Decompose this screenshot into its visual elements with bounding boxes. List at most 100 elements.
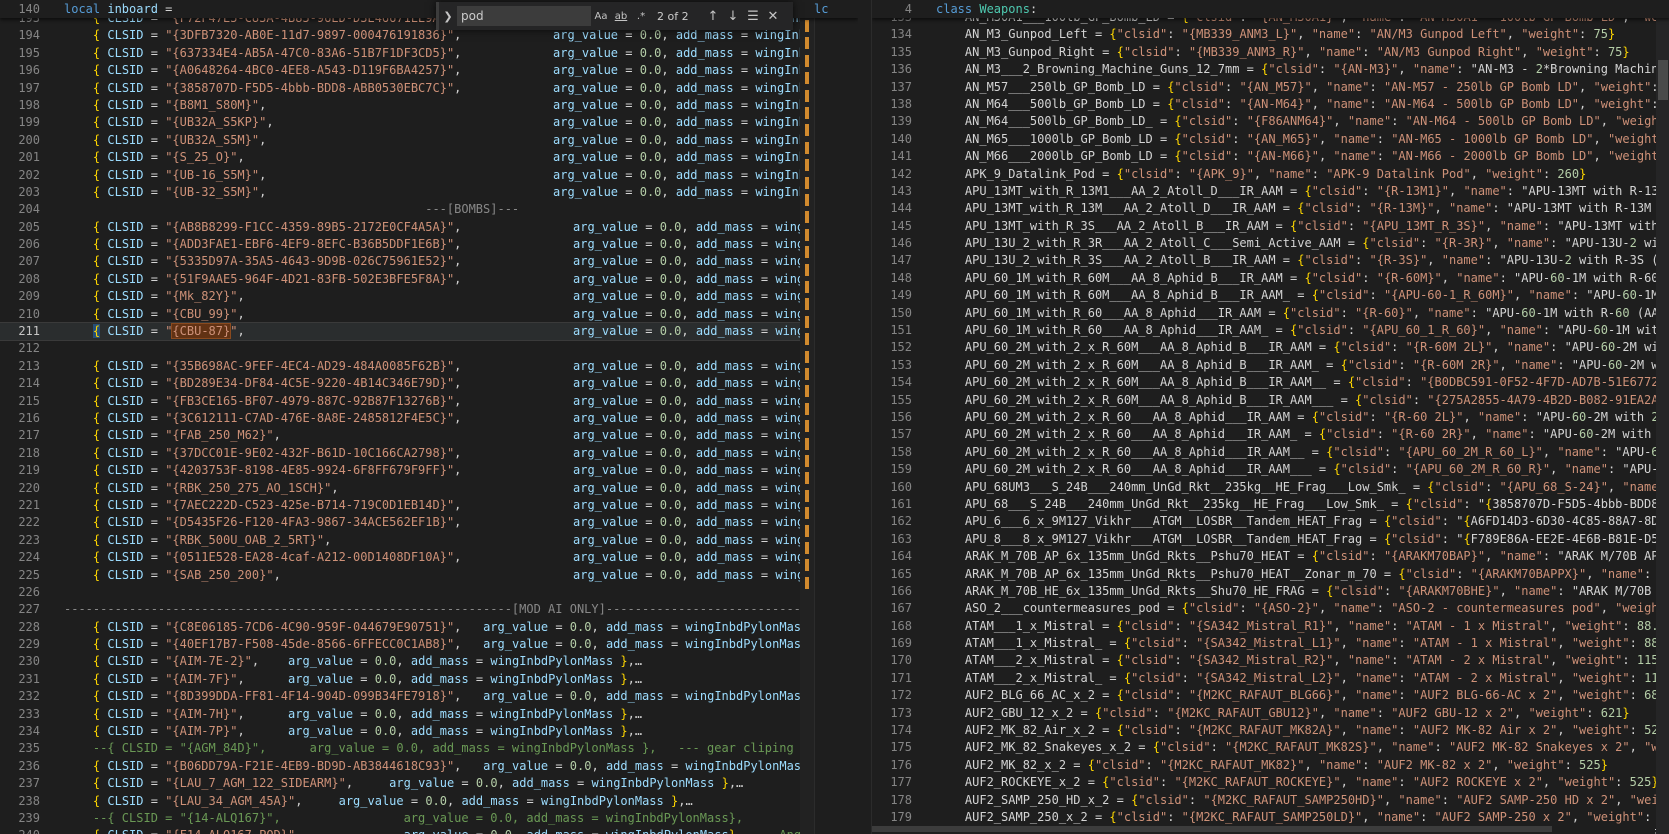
use-regex-icon[interactable]: .* [631, 11, 651, 22]
close-icon[interactable]: ✕ [763, 9, 783, 24]
code-line[interactable]: 157 APU_60_2M_with_2_x_R_60___AA_8_Aphid… [872, 426, 1669, 443]
code-line[interactable]: 155 APU_60_2M_with_2_x_R_60M___AA_8_Aphi… [872, 392, 1669, 409]
code-line[interactable]: 208 { CLSID = "{51F9AAE5-964F-4D21-83FB-… [0, 271, 858, 288]
right-editor-pane[interactable]: 133 AN_M30A1___100lb_GP_Bomb_LD = {"clsi… [871, 0, 1669, 834]
code-line[interactable]: 197 { CLSID = "{3858707D-F5D5-4bbb-BDD8-… [0, 80, 858, 97]
code-line[interactable]: 150 APU_60_1M_with_R_60___AA_8_Aphid___I… [872, 305, 1669, 322]
match-whole-word-icon[interactable]: ab [611, 11, 631, 22]
code-line[interactable]: 141 AN_M66___2000lb_GP_Bomb_LD = {"clsid… [872, 148, 1669, 165]
code-line[interactable]: 226 [0, 584, 858, 601]
code-line[interactable]: 151 APU_60_1M_with_R_60___AA_8_Aphid___I… [872, 322, 1669, 339]
code-line[interactable]: 169 ATAM___1_x_Mistral_ = {"clsid": "{SA… [872, 635, 1669, 652]
code-line[interactable]: 163 APU_8___8_x_9M127_Vikhr___ATGM__LOSB… [872, 531, 1669, 548]
code-line[interactable]: 238 { CLSID = "{LAU_34_AGM_45A}", arg_va… [0, 793, 858, 810]
left-overview-ruler[interactable] [800, 0, 814, 834]
code-line[interactable]: 200 { CLSID = "{UB32A_S5M}", arg_value = … [0, 132, 858, 149]
code-line[interactable]: 218 { CLSID = "{37DCC01E-9E02-432F-B61D-… [0, 445, 858, 462]
code-line[interactable]: 166 ARAK_M_70B_HE_6x_135mm_UnGd_Rkts__Sh… [872, 583, 1669, 600]
code-line[interactable]: 212 [0, 340, 858, 357]
code-line[interactable]: 160 APU_68UM3___S_24B___240mm_UnGd_Rkt__… [872, 479, 1669, 496]
code-line[interactable]: 176 AUF2_MK_82_x_2 = {"clsid": "{M2KC_RA… [872, 757, 1669, 774]
code-line[interactable]: 201 { CLSID = "{S_25_O}", arg_value = 0.0… [0, 149, 858, 166]
code-line[interactable]: 217 { CLSID = "{FAB_250_M62}", arg_value … [0, 427, 858, 444]
code-line[interactable]: 232 { CLSID = "{8D399DDA-FF81-4F14-904D-… [0, 688, 858, 705]
right-horizontal-scrollbar[interactable] [872, 824, 1655, 834]
scrollbar-thumb[interactable] [1658, 60, 1668, 100]
find-in-selection-icon[interactable]: ☰ [743, 9, 763, 24]
code-line[interactable]: 174 AUF2_MK_82_Air_x_2 = {"clsid": "{M2K… [872, 722, 1669, 739]
code-line[interactable]: 204 ---[BOMBS]--- [0, 201, 858, 218]
code-line[interactable]: 139 AN_M64___500lb_GP_Bomb_LD_ = {"clsid… [872, 113, 1669, 130]
toggle-replace-chevron-icon[interactable]: ❯ [439, 10, 457, 23]
code-line[interactable]: 223 { CLSID = "{RBK_500U_OAB_2_5RT}", arg… [0, 532, 858, 549]
code-line[interactable]: 147 APU_13U_2_with_R_3S___AA_2_Atoll_B__… [872, 252, 1669, 269]
code-line[interactable]: 240 { CLSID = "{F14-ALQ167-POD}", arg_va… [0, 827, 858, 834]
code-line[interactable]: 210 { CLSID = "{CBU_99}", arg_value = 0.0… [0, 306, 858, 323]
code-line[interactable]: 195 { CLSID = "{637334E4-AB5A-47C0-83A6-… [0, 45, 858, 62]
code-line[interactable]: 172 AUF2_BLG_66_AC_x_2 = {"clsid": "{M2K… [872, 687, 1669, 704]
code-line[interactable]: 178 AUF2_SAMP_250_HD_x_2 = {"clsid": "{M… [872, 792, 1669, 809]
code-line[interactable]: 159 APU_60_2M_with_2_x_R_60___AA_8_Aphid… [872, 461, 1669, 478]
left-code-lines[interactable]: 193 { CLSID = "{F72F47E5-C83A-4B85-96ED-… [0, 10, 858, 834]
code-line[interactable]: 214 { CLSID = "{BD289E34-DF84-4C5E-9220-… [0, 375, 858, 392]
code-line[interactable]: 230 { CLSID = "{AIM-7E-2}", arg_value = … [0, 653, 858, 670]
code-line[interactable]: 206 { CLSID = "{ADD3FAE1-EBF6-4EF9-8EFC-… [0, 236, 858, 253]
code-line[interactable]: 224 { CLSID = "{0511E528-EA28-4caf-A212-… [0, 549, 858, 566]
code-line[interactable]: 207 { CLSID = "{5335D97A-35A5-4643-9D9B-… [0, 253, 858, 270]
code-line[interactable]: 205 { CLSID = "{AB8B8299-F1CC-4359-89B5-… [0, 219, 858, 236]
code-line[interactable]: 220 { CLSID = "{RBK_250_275_AO_1SCH}", ar… [0, 480, 858, 497]
code-line[interactable]: 138 AN_M64___500lb_GP_Bomb_LD = {"clsid"… [872, 96, 1669, 113]
code-line[interactable]: 144 APU_13MT_with_R_13M___AA_2_Atoll_D__… [872, 200, 1669, 217]
code-line[interactable]: 143 APU_13MT_with_R_13M1___AA_2_Atoll_D_… [872, 183, 1669, 200]
code-line[interactable]: 198 { CLSID = "{B8M1_S80M}", arg_value = … [0, 97, 858, 114]
code-line[interactable]: 215 { CLSID = "{FB3CE165-BF07-4979-887C-… [0, 393, 858, 410]
right-code-lines[interactable]: 133 AN_M30A1___100lb_GP_Bomb_LD = {"clsi… [872, 9, 1669, 834]
code-line[interactable]: 134 AN_M3_Gunpod_Left = {"clsid": "{MB33… [872, 26, 1669, 43]
code-line[interactable]: 213 { CLSID = "{35B698AC-9FEF-4EC4-AD29-… [0, 358, 858, 375]
next-match-arrow-down-icon[interactable]: ↓ [723, 9, 743, 24]
right-vertical-scrollbar[interactable] [1656, 0, 1669, 834]
code-line[interactable]: 199 { CLSID = "{UB32A_S5KP}", arg_value =… [0, 114, 858, 131]
code-line[interactable]: 137 AN_M57___250lb_GP_Bomb_LD = {"clsid"… [872, 79, 1669, 96]
code-line[interactable]: 202 { CLSID = "{UB-16_S5M}", arg_value = … [0, 167, 858, 184]
code-line[interactable]: 203 { CLSID = "{UB-32_S5M}", arg_value = … [0, 184, 858, 201]
code-line[interactable]: 152 APU_60_2M_with_2_x_R_60M___AA_8_Aphi… [872, 339, 1669, 356]
find-input[interactable]: pod [457, 6, 591, 26]
left-scrollbar-gutter[interactable] [814, 0, 858, 834]
code-line[interactable]: 209 { CLSID = "{Mk_82Y}", arg_value = 0.0… [0, 288, 858, 305]
code-line[interactable]: 216 { CLSID = "{3C612111-C7AD-476E-8A8E-… [0, 410, 858, 427]
code-line[interactable]: 158 APU_60_2M_with_2_x_R_60___AA_8_Aphid… [872, 444, 1669, 461]
code-line[interactable]: 219 { CLSID = "{4203753F-8198-4E85-9924-… [0, 462, 858, 479]
code-line[interactable]: 168 ATAM___1_x_Mistral = {"clsid": "{SA3… [872, 618, 1669, 635]
code-line[interactable]: 167 ASO_2___countermeasures_pod = {"clsi… [872, 600, 1669, 617]
code-line[interactable]: 236 { CLSID = "{B06DD79A-F21E-4EB9-BD9D-… [0, 758, 858, 775]
code-line[interactable]: 135 AN_M3_Gunpod_Right = {"clsid": "{MB3… [872, 44, 1669, 61]
code-line[interactable]: 165 ARAK_M_70B_AP_6x_135mm_UnGd_Rkts__Ps… [872, 566, 1669, 583]
code-line[interactable]: 140 AN_M65___1000lb_GP_Bomb_LD = {"clsid… [872, 131, 1669, 148]
code-line[interactable]: 196 { CLSID = "{A0648264-4BC0-4EE8-A543-… [0, 62, 858, 79]
code-line[interactable]: 156 APU_60_2M_with_2_x_R_60___AA_8_Aphid… [872, 409, 1669, 426]
code-line[interactable]: 225 { CLSID = "{SAB_250_200}", arg_value … [0, 567, 858, 584]
code-line[interactable]: 173 AUF2_GBU_12_x_2 = {"clsid": "{M2KC_R… [872, 705, 1669, 722]
code-line[interactable]: 222 { CLSID = "{D5435F26-F120-4FA3-9867-… [0, 514, 858, 531]
code-line[interactable]: 228 { CLSID = "{C8E06185-7CD6-4C90-959F-… [0, 619, 858, 636]
code-line[interactable]: 146 APU_13U_2_with_R_3R___AA_2_Atoll_C__… [872, 235, 1669, 252]
code-line[interactable]: 136 AN_M3___2_Browning_Machine_Guns_12_7… [872, 61, 1669, 78]
code-line[interactable]: 211 { CLSID = "{CBU-87}", arg_value = 0.0… [0, 322, 858, 342]
previous-match-arrow-up-icon[interactable]: ↑ [703, 9, 723, 24]
code-line[interactable]: 175 AUF2_MK_82_Snakeyes_x_2 = {"clsid": … [872, 739, 1669, 756]
code-line[interactable]: 227 -------------------------------------… [0, 601, 858, 618]
code-line[interactable]: 154 APU_60_2M_with_2_x_R_60M___AA_8_Aphi… [872, 374, 1669, 391]
code-line[interactable]: 239 --{ CLSID = "{14-ALQ167}", arg_value… [0, 810, 858, 827]
code-line[interactable]: 231 { CLSID = "{AIM-7F}", arg_value = 0.… [0, 671, 858, 688]
code-line[interactable]: 235 --{ CLSID = "{AGM_84D}", arg_value =… [0, 740, 858, 757]
code-line[interactable]: 237 { CLSID = "{LAU_7_AGM_122_SIDEARM}",… [0, 775, 858, 792]
match-case-icon[interactable]: Aa [591, 11, 611, 22]
left-editor-pane[interactable]: 193 { CLSID = "{F72F47E5-C83A-4B85-96ED-… [0, 0, 858, 834]
code-line[interactable]: 145 APU_13MT_with_R_3S___AA_2_Atoll_B___… [872, 218, 1669, 235]
code-line[interactable]: 162 APU_6___6_x_9M127_Vikhr___ATGM__LOSB… [872, 513, 1669, 530]
right-sticky-scroll-header[interactable]: 4 class Weapons: [872, 0, 1669, 18]
code-line[interactable]: 177 AUF2_ROCKEYE_x_2 = {"clsid": "{M2KC_… [872, 774, 1669, 791]
code-line[interactable]: 170 ATAM___2_x_Mistral = {"clsid": "{SA3… [872, 652, 1669, 669]
code-line[interactable]: 148 APU_60_1M_with_R_60M___AA_8_Aphid_B_… [872, 270, 1669, 287]
